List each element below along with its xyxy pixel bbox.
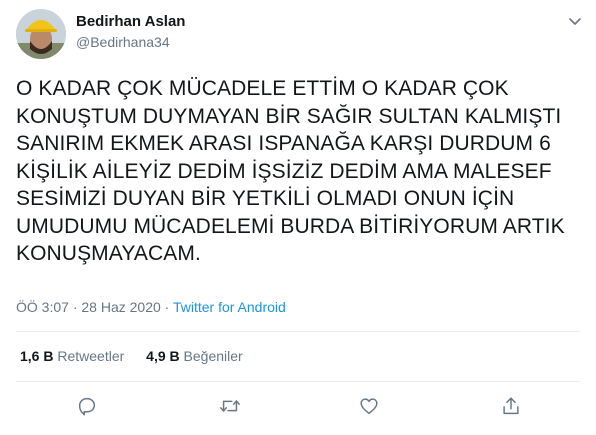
tweet-stats: 1,6 B Retweetler 4,9 B Beğeniler (20, 348, 243, 364)
tweet-source-link[interactable]: Twitter for Android (173, 299, 286, 315)
tweet-card: Bedirhan Aslan @Bedirhana34 O KADAR ÇOK … (0, 0, 596, 435)
likes-stat[interactable]: 4,9 B Beğeniler (146, 348, 243, 364)
avatar[interactable] (16, 9, 66, 59)
author-handle[interactable]: @Bedirhana34 (76, 34, 170, 50)
heart-icon[interactable] (358, 395, 382, 419)
action-bar (0, 395, 596, 419)
retweets-stat[interactable]: 1,6 B Retweetler (20, 348, 124, 364)
avatar-image (16, 9, 66, 59)
chevron-down-icon[interactable] (566, 12, 584, 30)
author-name[interactable]: Bedirhan Aslan (76, 13, 185, 30)
likes-label: Beğeniler (183, 348, 243, 364)
divider (16, 331, 580, 332)
retweets-count: 1,6 B (20, 348, 54, 364)
tweet-time[interactable]: ÖÖ 3:07 (16, 299, 69, 315)
likes-count: 4,9 B (146, 348, 180, 364)
retweets-label: Retweetler (57, 348, 125, 364)
retweet-icon[interactable] (219, 395, 243, 419)
meta-separator: · (72, 299, 78, 315)
meta-separator: · (164, 299, 170, 315)
divider (16, 381, 580, 382)
tweet-date[interactable]: 28 Haz 2020 (81, 299, 160, 315)
share-icon[interactable] (500, 395, 524, 419)
reply-icon[interactable] (76, 395, 100, 419)
tweet-meta: ÖÖ 3:07 · 28 Haz 2020 · Twitter for Andr… (16, 299, 286, 315)
tweet-text: O KADAR ÇOK MÜCADELE ETTİM O KADAR ÇOK K… (16, 77, 565, 265)
